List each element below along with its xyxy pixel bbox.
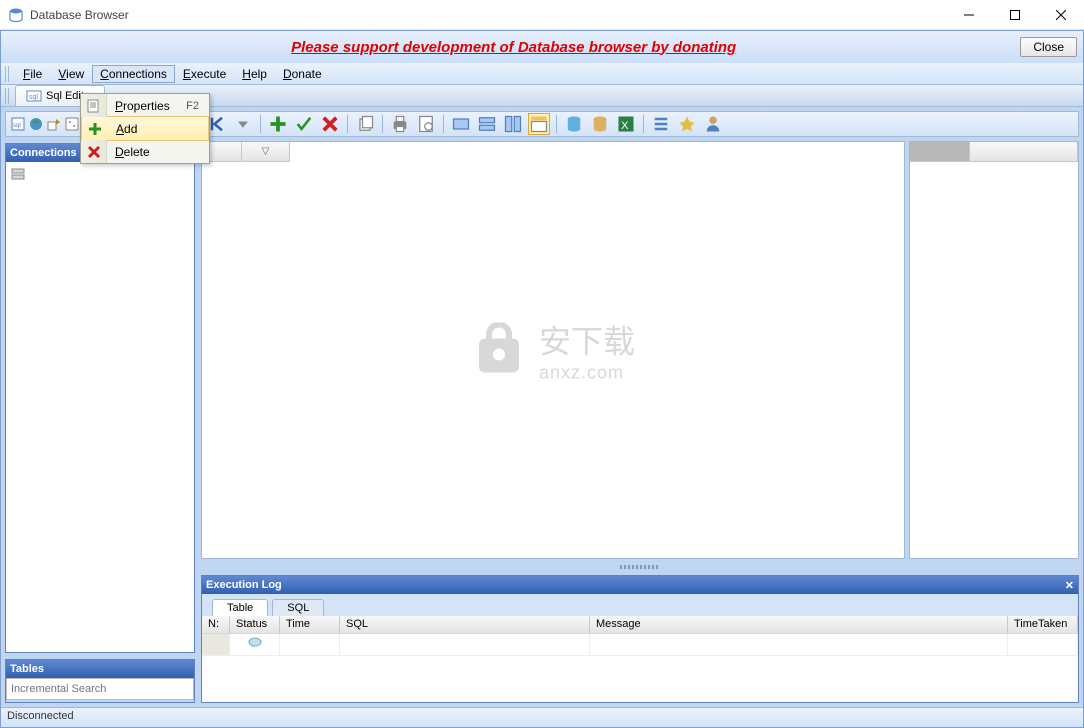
connections-panel: Connections — [5, 143, 195, 653]
delete-icon — [86, 144, 102, 160]
minimize-button[interactable] — [946, 0, 992, 30]
bubble-icon — [247, 637, 263, 652]
options-icon[interactable] — [64, 116, 80, 132]
col-message[interactable]: Message — [590, 616, 1008, 633]
panel-title: Tables — [6, 660, 194, 678]
sql-icon: sql — [26, 88, 42, 104]
watermark: 安下载 anxz.com — [471, 317, 635, 384]
excel-icon[interactable]: X — [615, 113, 637, 135]
connections-dropdown: Properties F2 Add Delete — [80, 93, 210, 164]
list-icon[interactable] — [650, 113, 672, 135]
shortcut-label: F2 — [186, 100, 199, 112]
export-icon[interactable] — [46, 116, 62, 132]
col-status[interactable]: Status — [230, 616, 280, 633]
view1-icon[interactable] — [450, 113, 472, 135]
grip-icon — [5, 66, 11, 82]
svg-text:sql: sql — [29, 94, 38, 101]
menu-add[interactable]: Add — [81, 116, 209, 141]
exec-log-grid[interactable]: N: Status Time SQL Message TimeTaken — [202, 616, 1078, 702]
menu-properties[interactable]: Properties F2 — [81, 94, 209, 117]
svg-text:sql: sql — [13, 123, 21, 129]
donate-message[interactable]: Please support development of Database b… — [7, 39, 1020, 56]
exec-tab-table[interactable]: Table — [212, 599, 268, 616]
window-title: Database Browser — [30, 8, 946, 22]
menu-donate[interactable]: Donate — [275, 65, 330, 83]
panel-title: Execution Log — [206, 579, 282, 591]
menu-file[interactable]: File — [15, 65, 50, 83]
col-time[interactable]: Time — [280, 616, 340, 633]
preview-icon[interactable] — [415, 113, 437, 135]
execution-log-panel: Execution Log ✕ Table SQL N: Status Time… — [201, 575, 1079, 703]
status-text: Disconnected — [7, 710, 74, 722]
sort-down-icon[interactable] — [232, 113, 254, 135]
connections-tree[interactable] — [6, 162, 194, 652]
donate-bar: Please support development of Database b… — [1, 31, 1083, 63]
col-timetaken[interactable]: TimeTaken — [1008, 616, 1078, 633]
svg-text:X: X — [621, 120, 629, 132]
app-icon — [8, 7, 24, 23]
view2-icon[interactable] — [476, 113, 498, 135]
print-icon[interactable] — [389, 113, 411, 135]
donate-close-button[interactable]: Close — [1020, 37, 1077, 57]
view3-icon[interactable] — [502, 113, 524, 135]
plus-icon — [87, 121, 103, 137]
world-icon[interactable] — [28, 116, 44, 132]
menu-view[interactable]: View — [50, 65, 92, 83]
table-row[interactable] — [202, 634, 1078, 656]
user-icon[interactable] — [702, 113, 724, 135]
col-sql[interactable]: SQL — [340, 616, 590, 633]
tables-panel: Tables — [5, 659, 195, 703]
server-icon[interactable] — [10, 166, 26, 182]
menu-help[interactable]: Help — [234, 65, 275, 83]
check-icon[interactable] — [293, 113, 315, 135]
result-grid[interactable]: ▽ 安下载 anxz.com — [201, 141, 905, 559]
db1-icon[interactable] — [563, 113, 585, 135]
close-window-button[interactable] — [1038, 0, 1084, 30]
x-icon[interactable] — [319, 113, 341, 135]
main-toolbar: X — [201, 111, 1079, 137]
titlebar: Database Browser — [0, 0, 1084, 30]
db2-icon[interactable] — [589, 113, 611, 135]
incremental-search-input[interactable] — [6, 678, 194, 700]
copy-icon[interactable] — [354, 113, 376, 135]
side-grid[interactable] — [909, 141, 1079, 559]
maximize-button[interactable] — [992, 0, 1038, 30]
properties-icon — [86, 98, 102, 114]
horizontal-splitter[interactable] — [201, 563, 1079, 571]
view4-icon[interactable] — [528, 113, 550, 135]
wizard-icon[interactable] — [676, 113, 698, 135]
menu-delete[interactable]: Delete — [81, 140, 209, 163]
menu-connections[interactable]: Connections — [92, 65, 175, 83]
grip-icon — [5, 88, 11, 104]
close-icon[interactable]: ✕ — [1065, 579, 1074, 592]
menubar: File View Connections Execute Help Donat… — [1, 63, 1083, 85]
col-n[interactable]: N: — [202, 616, 230, 633]
menu-execute[interactable]: Execute — [175, 65, 234, 83]
exec-tab-sql[interactable]: SQL — [272, 599, 324, 616]
statusbar: Disconnected — [1, 707, 1083, 727]
sql-file-icon[interactable]: sql — [10, 116, 26, 132]
plus-icon[interactable] — [267, 113, 289, 135]
